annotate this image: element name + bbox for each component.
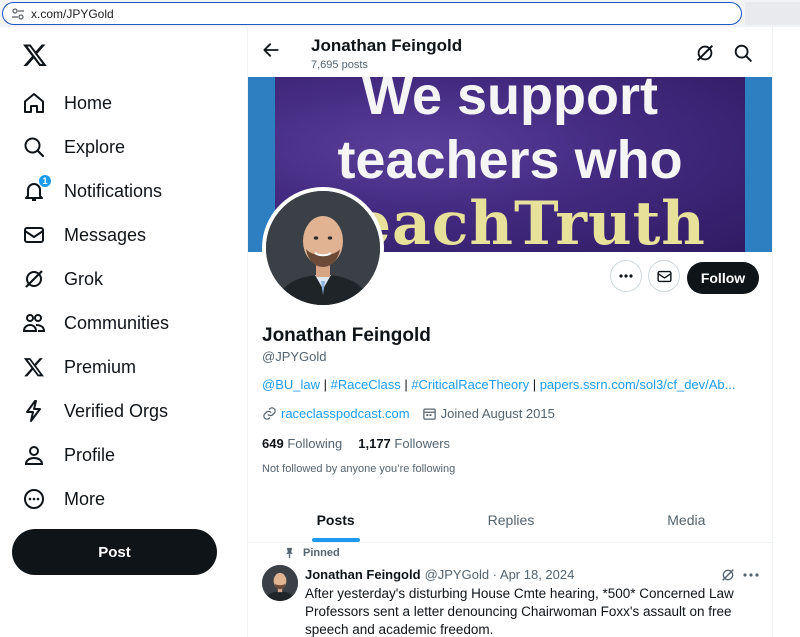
home-icon — [20, 89, 48, 117]
nav-item-premium[interactable]: Premium — [20, 349, 136, 385]
joined-date: Joined August 2015 — [440, 406, 555, 421]
envelope-icon — [656, 270, 672, 282]
post-button[interactable]: Post — [12, 529, 217, 575]
pin-icon — [286, 547, 293, 559]
bio-link-bu-law[interactable]: @BU_law — [262, 377, 320, 392]
banner-edge-right — [745, 77, 772, 252]
arrow-left-icon — [263, 43, 279, 57]
bio-hashtag-raceclass[interactable]: #RaceClass — [331, 377, 401, 392]
nav-item-more[interactable]: More — [20, 481, 105, 517]
bio-hashtag-crt[interactable]: #CriticalRaceTheory — [411, 377, 529, 392]
bio-separator: | — [529, 377, 540, 392]
tab-media[interactable]: Media — [599, 497, 772, 542]
x-logo-icon[interactable] — [22, 42, 48, 68]
bio-separator: | — [320, 377, 331, 392]
pinned-tweet[interactable]: Pinned Jonathan Feingold @JPYGold · Apr … — [248, 543, 772, 637]
people-icon — [20, 309, 48, 337]
nav-label-verified-orgs: Verified Orgs — [64, 400, 169, 421]
following-count: 649 — [262, 436, 284, 451]
browser-toolbar: x.com/JPYGold — [0, 0, 800, 27]
joined-item: Joined August 2015 — [422, 406, 555, 421]
calendar-icon — [422, 408, 436, 420]
tweet-header: Jonathan Feingold @JPYGold · Apr 18, 202… — [305, 567, 574, 582]
nav-label-more: More — [64, 488, 106, 509]
nav-item-messages[interactable]: Messages — [20, 217, 146, 253]
profile-column: We support teachers who TeachTruth Jonat… — [247, 27, 773, 637]
address-bar[interactable]: x.com/JPYGold — [2, 2, 742, 25]
profile-name: Jonathan Feingold — [262, 325, 431, 346]
bio-separator: | — [400, 377, 412, 392]
banner-text-line1: We support — [362, 77, 658, 126]
following-stat[interactable]: 649 Following — [262, 436, 342, 451]
search-icon — [20, 133, 48, 161]
following-label: Following — [287, 436, 343, 451]
nav-item-home[interactable]: Home — [20, 85, 112, 121]
link-icon — [263, 407, 276, 420]
pinned-indicator: Pinned — [284, 547, 340, 559]
grok-icon[interactable] — [694, 42, 716, 64]
message-button[interactable] — [648, 260, 680, 292]
back-button[interactable] — [260, 39, 282, 61]
search-icon[interactable] — [732, 42, 754, 64]
pinned-label: Pinned — [303, 547, 340, 559]
nav-label-profile: Profile — [64, 444, 116, 465]
envelope-icon — [20, 221, 48, 249]
nav-label-home: Home — [64, 92, 113, 113]
nav-item-explore[interactable]: Explore — [20, 129, 125, 165]
more-dots-icon[interactable] — [742, 567, 760, 583]
follow-stats: 649 Following 1,177 Followers — [262, 436, 466, 451]
nav-label-communities: Communities — [64, 312, 170, 333]
lightning-icon — [20, 397, 48, 425]
nav-label-premium: Premium — [64, 356, 137, 377]
follow-button[interactable]: Follow — [687, 262, 759, 294]
tweet-author-name[interactable]: Jonathan Feingold — [305, 567, 421, 582]
website-item[interactable]: raceclasspodcast.com — [262, 406, 410, 421]
nav-item-notifications[interactable]: 1 Notifications — [20, 173, 162, 209]
notification-badge: 1 — [38, 174, 52, 188]
nav-item-grok[interactable]: Grok — [20, 261, 103, 297]
website-link[interactable]: raceclasspodcast.com — [281, 406, 410, 421]
followers-count: 1,177 — [358, 436, 391, 451]
nav-label-messages: Messages — [64, 224, 147, 245]
profile-tabs: Posts Replies Media — [248, 497, 772, 543]
nav-item-profile[interactable]: Profile — [20, 437, 115, 473]
nav-label-grok: Grok — [64, 268, 104, 289]
followers-stat[interactable]: 1,177 Followers — [358, 436, 450, 451]
toolbar-extension-area — [745, 2, 800, 25]
profile-meta: raceclasspodcast.com Joined August 2015 — [262, 406, 567, 421]
grok-icon[interactable] — [720, 567, 736, 583]
nav-item-communities[interactable]: Communities — [20, 305, 169, 341]
more-dots-icon — [619, 274, 633, 278]
nav-item-verified-orgs[interactable]: Verified Orgs — [20, 393, 168, 429]
grok-icon — [20, 265, 48, 293]
left-sidebar: Home Explore 1 Notifications Messages Gr… — [0, 27, 240, 637]
profile-handle: @JPYGold — [262, 349, 327, 364]
tweet-text: After yesterday's disturbing House Cmte … — [305, 586, 734, 637]
profile-more-button[interactable] — [610, 260, 642, 292]
not-followed-note: Not followed by anyone you’re following — [262, 463, 456, 475]
header-profile-name: Jonathan Feingold — [311, 36, 463, 55]
avatar[interactable] — [262, 187, 384, 309]
followers-label: Followers — [394, 436, 451, 451]
x-logo-icon — [20, 353, 48, 381]
tab-replies[interactable]: Replies — [423, 497, 598, 542]
profile-bio: @BU_law | #RaceClass | #CriticalRaceTheo… — [262, 377, 762, 392]
person-icon — [20, 441, 48, 469]
profile-header-bar: Jonathan Feingold 7,695 posts — [248, 27, 772, 77]
tweet-meta: @JPYGold · Apr 18, 2024 — [424, 567, 575, 582]
header-posts-count: 7,695 posts — [311, 59, 368, 71]
banner-text-line2: teachers who — [337, 130, 683, 190]
nav-label-notifications: Notifications — [64, 180, 163, 201]
tab-posts[interactable]: Posts — [248, 497, 423, 542]
site-settings-icon[interactable] — [11, 7, 25, 21]
tweet-avatar[interactable] — [262, 565, 298, 601]
bio-link-ssrn[interactable]: papers.ssrn.com/sol3/cf_dev/Ab... — [540, 377, 736, 392]
bell-icon: 1 — [20, 174, 52, 205]
nav-label-explore: Explore — [64, 136, 126, 157]
more-circle-icon — [20, 485, 48, 513]
address-url: x.com/JPYGold — [31, 6, 114, 21]
